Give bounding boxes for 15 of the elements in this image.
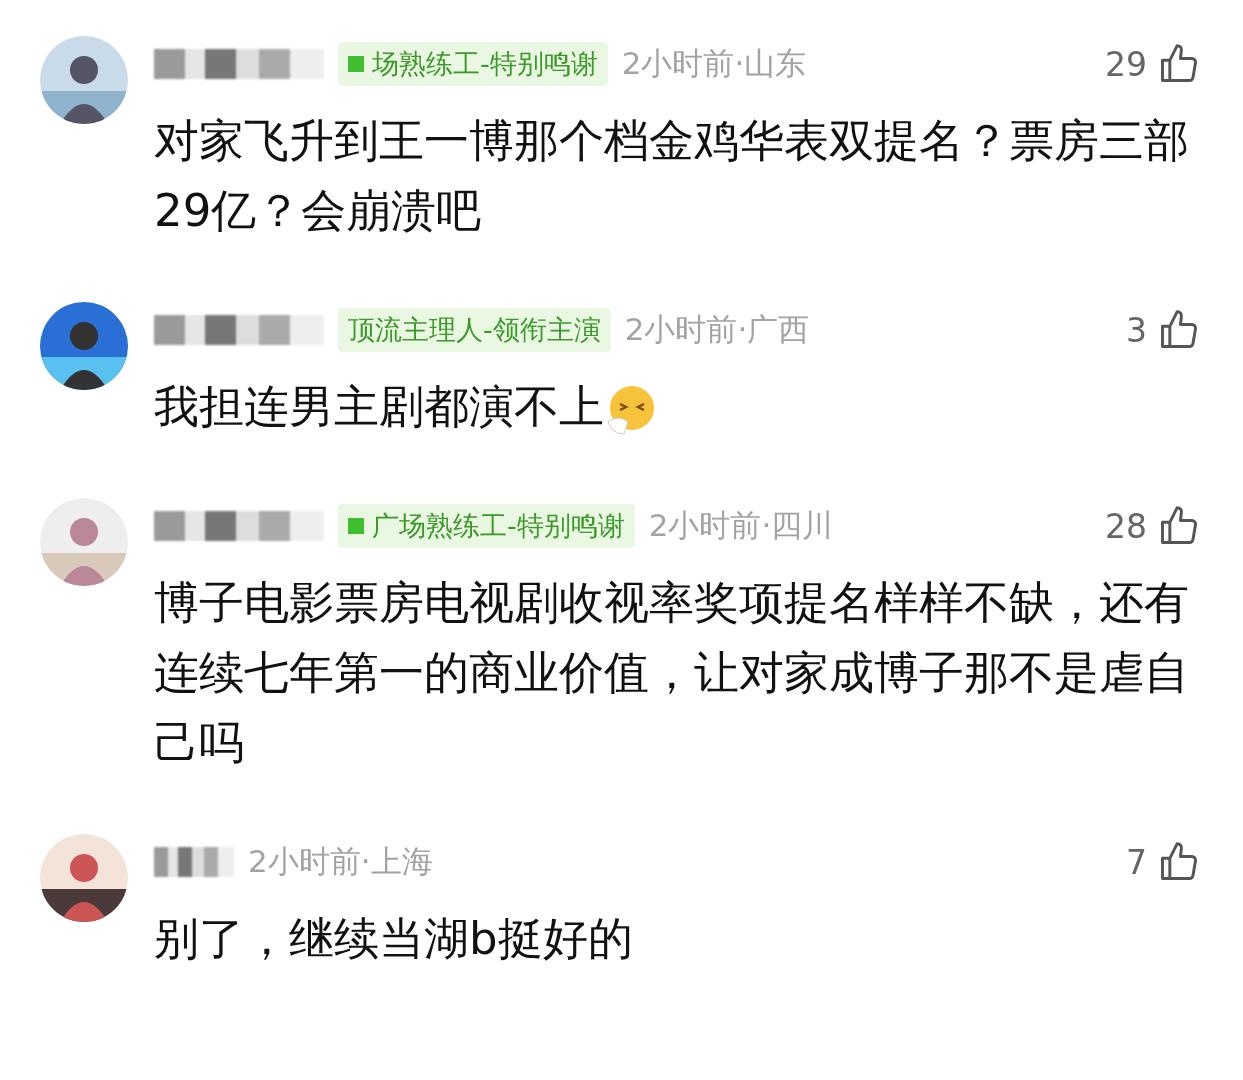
comment-text: 别了，继续当湖b挺好的 — [154, 912, 633, 965]
comment-meta: 2小时前·山东 — [621, 44, 807, 83]
like-count: 28 — [1105, 506, 1147, 546]
user-badge: 广场熟练工-特别鸣谢 — [338, 504, 635, 548]
user-badge: 场熟练工-特别鸣谢 — [338, 42, 608, 86]
comment-text: 对家飞升到王一博那个档金鸡华表双提名？票房三部29亿？会崩溃吧 — [154, 114, 1189, 237]
like-count: 7 — [1126, 842, 1147, 882]
comment-text: 我担连男主剧都演不上 — [154, 380, 604, 433]
comment-meta: 2小时前·广西 — [624, 310, 810, 349]
comment-text: 博子电影票房电视剧收视率奖项提名样样不缺，还有连续七年第一的商业价值，让对家成博子那不是虐自己吗 — [154, 576, 1189, 769]
user-badge: 顶流主理人-领衔主演 — [338, 308, 611, 352]
comment-meta: 2小时前·上海 — [248, 842, 433, 881]
like-count: 3 — [1126, 310, 1147, 350]
like-count: 29 — [1105, 44, 1147, 84]
comment-meta: 2小时前·四川 — [648, 506, 834, 545]
